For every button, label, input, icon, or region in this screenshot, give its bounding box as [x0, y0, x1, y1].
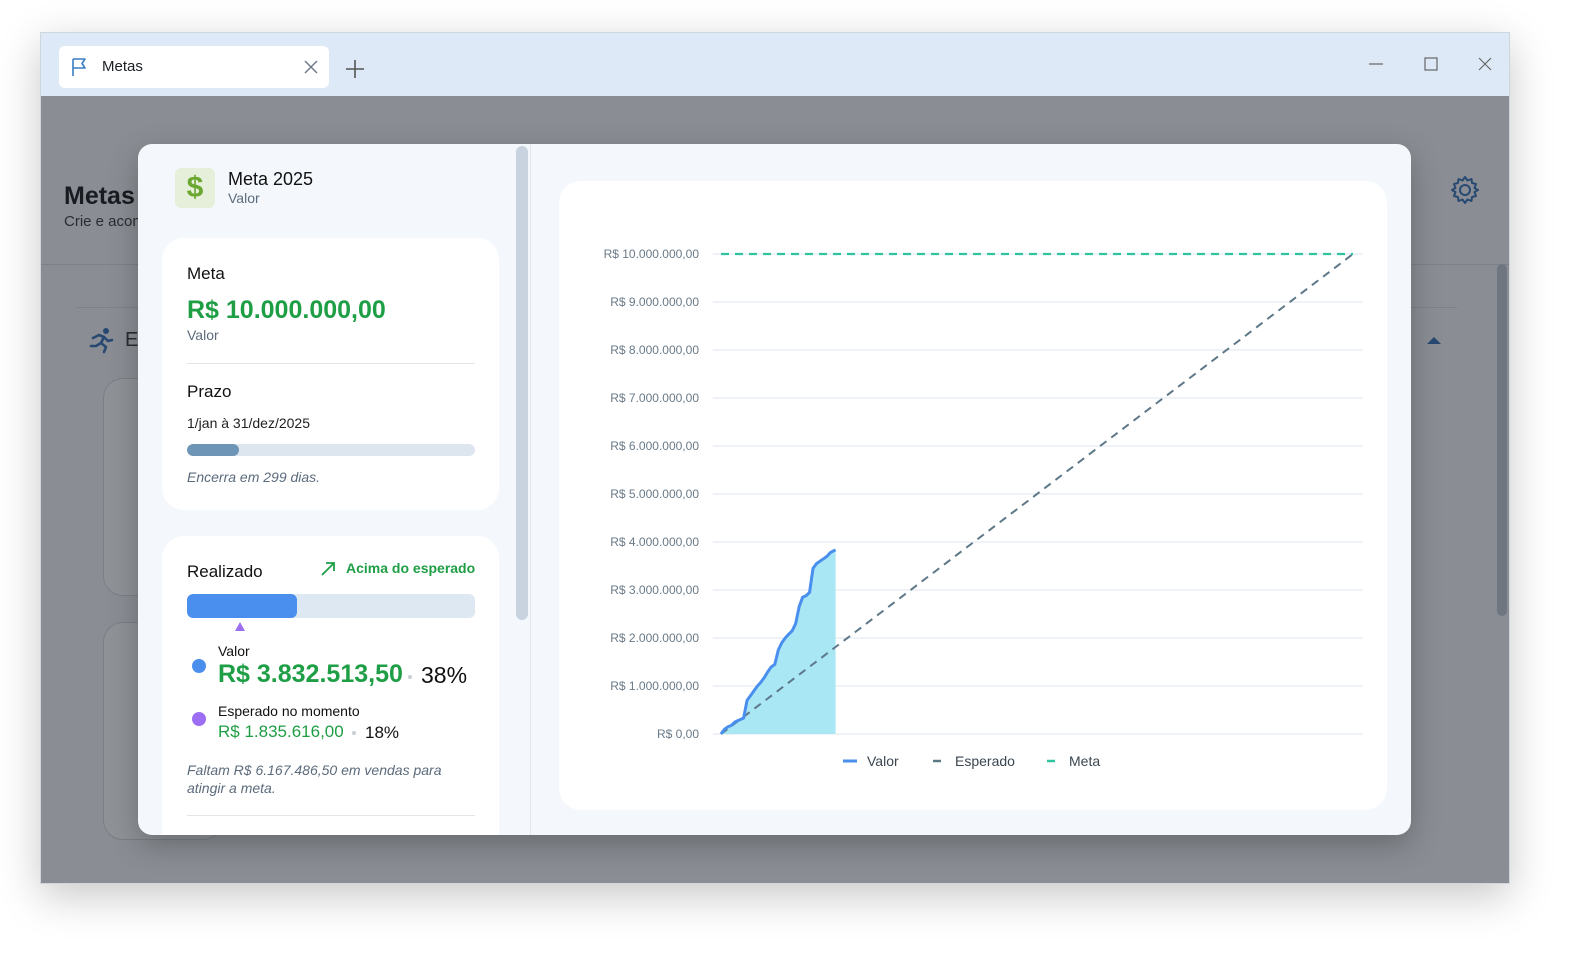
- trend-up-icon: [321, 562, 335, 576]
- minimize-icon[interactable]: [1365, 53, 1387, 75]
- y-tick-label: R$ 1.000.000,00: [610, 679, 699, 693]
- flag-icon: [72, 58, 86, 76]
- valor-value: R$ 3.832.513,50: [218, 660, 403, 688]
- separator-dot: [352, 731, 356, 735]
- y-tick-label: R$ 4.000.000,00: [610, 535, 699, 549]
- new-tab-icon[interactable]: [343, 57, 367, 81]
- goal-chart: R$ 0,00 R$ 1.000.000,00 R$ 2.000.000,00 R$ …: [604, 247, 1363, 769]
- chart-card: R$ 0,00 R$ 1.000.000,00 R$ 2.000.000,00 R$ …: [559, 181, 1387, 810]
- expected-marker-icon: [234, 622, 245, 631]
- meta-value: R$ 10.000.000,00: [187, 296, 386, 324]
- legend-label: Meta: [1069, 753, 1100, 769]
- maximize-icon[interactable]: [1420, 53, 1442, 75]
- realizado-card: Realizado Acima do esperado Valor R$ 3.8…: [162, 536, 499, 835]
- tab-title: Metas: [102, 58, 143, 75]
- realizado-progress-fill: [187, 594, 298, 618]
- close-tab-icon[interactable]: [302, 58, 320, 76]
- esperado-label: Esperado no momento: [218, 703, 360, 719]
- close-window-icon[interactable]: [1474, 53, 1496, 75]
- esperado-value: R$ 1.835.616,00: [218, 722, 344, 741]
- y-tick-label: R$ 0,00: [657, 727, 699, 741]
- esperado-legend-dot: [192, 712, 206, 726]
- divider: [187, 815, 475, 816]
- status-label: Acima do esperado: [346, 560, 476, 576]
- prazo-dates: 1/jan à 31/dez/2025: [187, 415, 310, 431]
- legend-label: Valor: [867, 753, 899, 769]
- y-tick-label: R$ 8.000.000,00: [610, 343, 699, 357]
- realizado-progress-bar: [187, 594, 475, 618]
- prazo-progress-fill: [187, 444, 239, 456]
- esperado-percent: 18%: [365, 723, 400, 742]
- valor-area: [721, 550, 836, 734]
- meta-label: Meta: [187, 264, 225, 283]
- meta-card: Meta R$ 10.000.000,00 Valor Prazo 1/jan …: [162, 238, 499, 510]
- legend-label: Esperado: [955, 753, 1015, 769]
- y-tick-label: R$ 5.000.000,00: [610, 487, 699, 501]
- remaining-note: Faltam R$ 6.167.486,50 em vendas para at…: [187, 762, 442, 796]
- prazo-progress-bar: [187, 444, 475, 456]
- separator-dot: [408, 675, 412, 679]
- valor-percent: 38%: [421, 662, 468, 688]
- valor-legend-dot: [192, 659, 206, 673]
- meta-value-type: Valor: [187, 327, 219, 343]
- y-tick-label: R$ 3.000.000,00: [610, 583, 699, 597]
- y-tick-label: R$ 10.000.000,00: [604, 247, 700, 261]
- divider: [530, 144, 531, 835]
- goal-detail-modal: $ Meta 2025 Valor Meta R$ 10.000.000,00 …: [138, 144, 1411, 835]
- y-tick-label: R$ 9.000.000,00: [610, 295, 699, 309]
- goal-type: Valor: [228, 190, 260, 206]
- divider: [187, 363, 475, 364]
- y-tick-label: R$ 7.000.000,00: [610, 391, 699, 405]
- realizado-label: Realizado: [187, 562, 263, 581]
- goal-summary-pane: $ Meta 2025 Valor Meta R$ 10.000.000,00 …: [138, 144, 530, 835]
- goal-title: Meta 2025: [228, 169, 314, 189]
- y-tick-label: R$ 2.000.000,00: [610, 631, 699, 645]
- valor-label: Valor: [218, 643, 250, 659]
- dollar-icon: $: [175, 168, 215, 208]
- prazo-note: Encerra em 299 dias.: [187, 469, 321, 485]
- tab-metas[interactable]: Metas: [59, 46, 329, 88]
- y-tick-label: R$ 6.000.000,00: [610, 439, 699, 453]
- title-bar: Metas: [41, 33, 1509, 96]
- scrollbar[interactable]: [516, 146, 528, 620]
- prazo-label: Prazo: [187, 382, 232, 401]
